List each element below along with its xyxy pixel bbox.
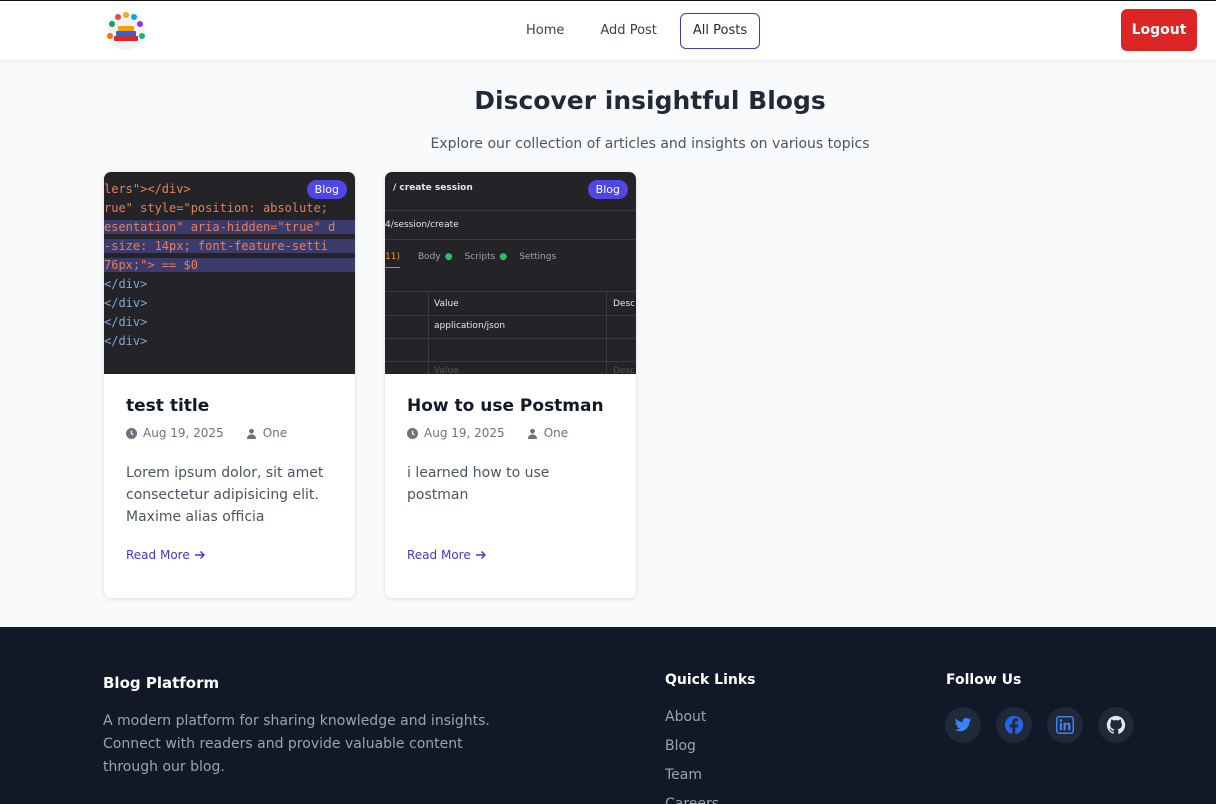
footer-link-blog[interactable]: Blog (665, 737, 719, 766)
quick-links-list: About Blog Team Careers (665, 708, 719, 804)
clock-icon (126, 427, 137, 439)
footer-link-careers[interactable]: Careers (665, 795, 719, 804)
read-more-label: Read More (407, 548, 471, 562)
category-badge: Blog (587, 180, 628, 199)
footer-link-about[interactable]: About (665, 708, 719, 737)
quick-links-heading: Quick Links (665, 672, 756, 688)
nav-home-link[interactable]: Home (513, 13, 577, 49)
footer-description: A modern platform for sharing knowledge … (103, 713, 490, 775)
post-author: One (543, 426, 569, 440)
post-meta: Aug 19, 2025 One (407, 426, 614, 440)
social-links (945, 707, 1149, 743)
post-date: Aug 19, 2025 (143, 426, 224, 440)
footer-brand: Blog Platform (103, 674, 220, 692)
linkedin-link[interactable] (1047, 707, 1083, 743)
thumb-tabs: 11) Body ● Scripts ● Settings (385, 252, 556, 268)
user-icon (246, 428, 256, 439)
category-badge: Blog (306, 180, 347, 199)
read-more-link[interactable]: Read More (407, 548, 614, 562)
twitter-link[interactable] (945, 707, 981, 743)
logout-button[interactable]: Logout (1121, 9, 1197, 51)
thumb-breadcrumb: / create session (393, 183, 473, 193)
post-title[interactable]: How to use Postman (407, 396, 614, 416)
post-date: Aug 19, 2025 (424, 426, 505, 440)
site-logo[interactable] (104, 10, 148, 52)
clock-icon (407, 427, 418, 439)
post-excerpt: i learned how to use postman (407, 465, 550, 503)
top-navbar: Home Add Post All Posts Logout (0, 0, 1216, 60)
thumb-url: 4/session/create (385, 220, 459, 230)
twitter-icon (954, 717, 972, 732)
footer-link-team[interactable]: Team (665, 766, 719, 795)
post-excerpt: Lorem ipsum dolor, sit amet consectetur … (126, 465, 324, 525)
read-more-label: Read More (126, 548, 190, 562)
page-title: Discover insightful Blogs (474, 86, 826, 115)
post-title[interactable]: test title (126, 396, 333, 416)
read-more-link[interactable]: Read More (126, 548, 333, 562)
post-thumbnail: / create session 4/session/create 11) Bo… (385, 172, 636, 374)
arrow-right-icon (194, 551, 205, 559)
post-thumbnail: lers"></div> rue" style="position: absol… (104, 172, 355, 374)
nav-links: Home Add Post All Posts (513, 13, 770, 49)
nav-all-posts-link[interactable]: All Posts (679, 13, 761, 49)
nav-add-post-link[interactable]: Add Post (587, 13, 670, 49)
post-author: One (262, 426, 288, 440)
github-link[interactable] (1098, 707, 1134, 743)
post-card[interactable]: / create session 4/session/create 11) Bo… (385, 172, 636, 598)
arrow-right-icon (475, 551, 486, 559)
linkedin-icon (1056, 716, 1074, 734)
github-icon (1106, 715, 1126, 734)
post-meta: Aug 19, 2025 One (126, 426, 333, 440)
facebook-link[interactable] (996, 707, 1032, 743)
page-subtitle: Explore our collection of articles and i… (430, 136, 870, 152)
user-icon (527, 428, 537, 439)
site-footer: Blog Platform A modern platform for shar… (0, 627, 1216, 804)
follow-us-heading: Follow Us (946, 672, 1022, 688)
facebook-icon (1004, 715, 1024, 735)
post-card[interactable]: lers"></div> rue" style="position: absol… (104, 172, 355, 598)
